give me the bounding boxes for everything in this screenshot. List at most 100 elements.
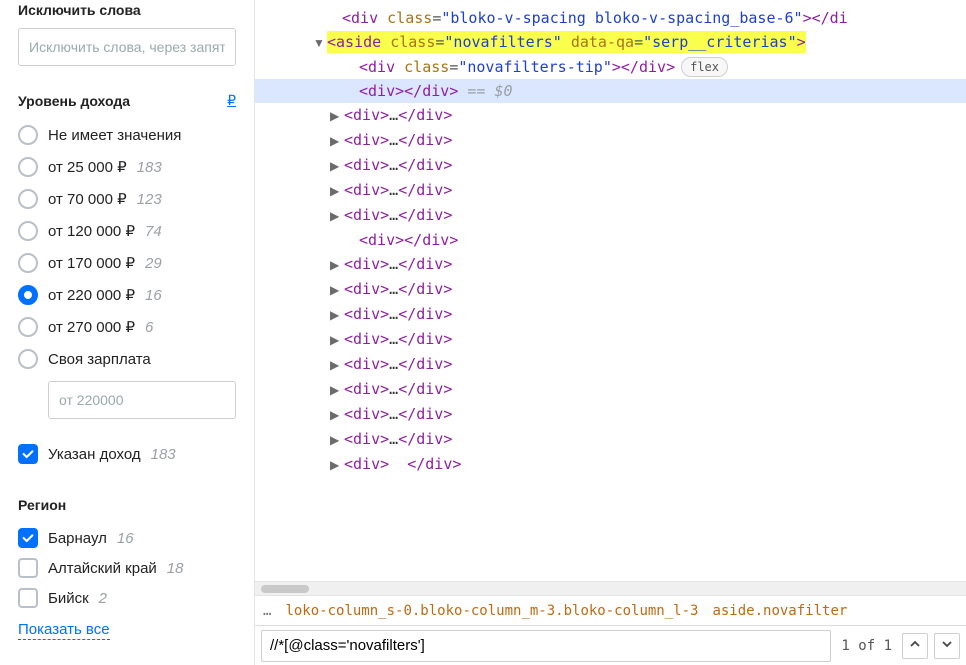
expand-right-icon[interactable]: ▶ (330, 429, 342, 451)
dom-tree-line[interactable]: ▶<div>…</div> (255, 252, 966, 277)
expand-right-icon[interactable]: ▶ (330, 205, 342, 227)
income-option-count: 6 (145, 319, 153, 336)
dom-tree-line[interactable]: ▶<div>…</div> (255, 402, 966, 427)
income-option-label: Не имеет значения (48, 127, 181, 144)
dom-tree-line[interactable]: ▶<div>…</div> (255, 203, 966, 228)
search-next-button[interactable] (934, 633, 960, 659)
region-item-count: 18 (167, 560, 184, 577)
elements-search-input[interactable] (261, 630, 831, 662)
radio-icon (18, 253, 38, 273)
checkbox-icon (18, 558, 38, 578)
dom-tree-line[interactable]: ▼<aside class="novafilters" data-qa="ser… (255, 30, 966, 55)
radio-icon (18, 349, 38, 369)
region-item[interactable]: Бийск 2 (18, 583, 236, 613)
breadcrumb-item[interactable]: loko-column_s-0.bloko-column_m-3.bloko-c… (285, 603, 698, 619)
expand-right-icon[interactable]: ▶ (330, 180, 342, 202)
income-option-label: от 120 000 ₽ (48, 222, 135, 240)
elements-dom-tree[interactable]: <div class="bloko-v-spacing bloko-v-spac… (255, 0, 966, 581)
region-item[interactable]: Алтайский край 18 (18, 553, 236, 583)
dom-tree-line[interactable]: ▶<div>…</div> (255, 153, 966, 178)
dom-tree-line[interactable]: ▶<div>…</div> (255, 352, 966, 377)
income-title: Уровень дохода (18, 93, 130, 109)
dom-tree-line[interactable]: ▶<div>…</div> (255, 427, 966, 452)
income-option[interactable]: от 120 000 ₽ 74 (18, 215, 236, 247)
expand-right-icon[interactable]: ▶ (330, 379, 342, 401)
expand-down-icon[interactable]: ▼ (313, 32, 325, 54)
exclude-words-input[interactable] (18, 28, 236, 66)
expand-right-icon[interactable]: ▶ (330, 454, 342, 476)
dom-tree-line[interactable]: ▶<div>…</div> (255, 128, 966, 153)
income-option-label: от 70 000 ₽ (48, 190, 127, 208)
chevron-down-icon (941, 638, 953, 653)
income-option-count: 123 (137, 191, 162, 208)
radio-icon (18, 317, 38, 337)
dom-tree-line[interactable]: ▶<div>…</div> (255, 178, 966, 203)
dom-tree-line[interactable]: ▶<div>…</div> (255, 277, 966, 302)
income-option-count: 29 (145, 255, 162, 272)
expand-right-icon[interactable]: ▶ (330, 155, 342, 177)
dom-tree-line[interactable]: <div class="bloko-v-spacing bloko-v-spac… (255, 6, 966, 30)
expand-right-icon[interactable]: ▶ (330, 354, 342, 376)
radio-icon (18, 285, 38, 305)
flex-badge[interactable]: flex (681, 57, 728, 77)
expand-right-icon[interactable]: ▶ (330, 254, 342, 276)
income-option-label: от 170 000 ₽ (48, 254, 135, 272)
income-option[interactable]: Своя зарплата (18, 343, 236, 375)
chevron-up-icon (909, 638, 921, 653)
income-option-label: от 25 000 ₽ (48, 158, 127, 176)
expand-right-icon[interactable]: ▶ (330, 404, 342, 426)
expand-right-icon[interactable]: ▶ (330, 329, 342, 351)
income-option[interactable]: от 25 000 ₽183 (18, 151, 236, 183)
dom-tree-line[interactable]: <div></div> (255, 228, 966, 252)
currency-button[interactable]: ₽ (227, 92, 236, 109)
breadcrumb-ellipsis[interactable]: … (263, 603, 271, 619)
region-item[interactable]: Барнаул 16 (18, 523, 236, 553)
search-result-count: 1 of 1 (837, 638, 896, 654)
income-option-label: Своя зарплата (48, 351, 151, 368)
dom-tree-line[interactable]: ▶<div>…</div> (255, 302, 966, 327)
radio-icon (18, 125, 38, 145)
expand-right-icon[interactable]: ▶ (330, 304, 342, 326)
show-all-regions-link[interactable]: Показать все (18, 621, 110, 640)
region-item-count: 16 (117, 530, 134, 547)
breadcrumb-item[interactable]: aside.novafilter (712, 603, 847, 619)
checkbox-icon (18, 444, 38, 464)
region-item-label: Бийск (48, 590, 89, 607)
income-option[interactable]: от 170 000 ₽ 29 (18, 247, 236, 279)
horizontal-scrollbar[interactable] (255, 581, 966, 595)
expand-right-icon[interactable]: ▶ (330, 279, 342, 301)
radio-icon (18, 189, 38, 209)
income-option-count: 16 (145, 287, 162, 304)
salary-specified-count: 183 (151, 446, 176, 463)
income-option-count: 74 (145, 223, 162, 240)
income-option-label: от 270 000 ₽ (48, 318, 135, 336)
scrollbar-thumb[interactable] (261, 585, 309, 593)
income-option[interactable]: от 70 000 ₽ 123 (18, 183, 236, 215)
devtools-panel: <div class="bloko-v-spacing bloko-v-spac… (255, 0, 966, 665)
income-option[interactable]: от 270 000 ₽ 6 (18, 311, 236, 343)
breadcrumb-bar: … loko-column_s-0.bloko-column_m-3.bloko… (255, 595, 966, 625)
radio-icon (18, 157, 38, 177)
salary-specified-checkbox-row[interactable]: Указан доход 183 (18, 439, 236, 469)
region-item-count: 2 (99, 590, 107, 607)
checkbox-icon (18, 588, 38, 608)
region-item-label: Барнаул (48, 530, 107, 547)
custom-salary-input[interactable] (48, 381, 236, 419)
search-prev-button[interactable] (902, 633, 928, 659)
radio-icon (18, 221, 38, 241)
filters-sidebar: Исключить слова Уровень дохода ₽ Не имее… (0, 0, 255, 665)
checkbox-icon (18, 528, 38, 548)
dom-tree-line[interactable]: ▶<div>…</div> (255, 103, 966, 128)
expand-right-icon[interactable]: ▶ (330, 105, 342, 127)
dom-tree-line[interactable]: ▶<div> </div> (255, 452, 966, 477)
income-option[interactable]: Не имеет значения (18, 119, 236, 151)
expand-right-icon[interactable]: ▶ (330, 130, 342, 152)
income-option[interactable]: от 220 000 ₽16 (18, 279, 236, 311)
exclude-words-title: Исключить слова (18, 2, 141, 18)
dom-tree-line[interactable]: ▶<div>…</div> (255, 327, 966, 352)
dom-tree-line[interactable]: ▶<div>…</div> (255, 377, 966, 402)
region-item-label: Алтайский край (48, 560, 157, 577)
dom-tree-line[interactable]: <div class="novafilters-tip"></div>flex (255, 55, 966, 79)
dom-tree-line[interactable]: <div></div> == $0 (255, 79, 966, 103)
region-title: Регион (18, 497, 66, 513)
